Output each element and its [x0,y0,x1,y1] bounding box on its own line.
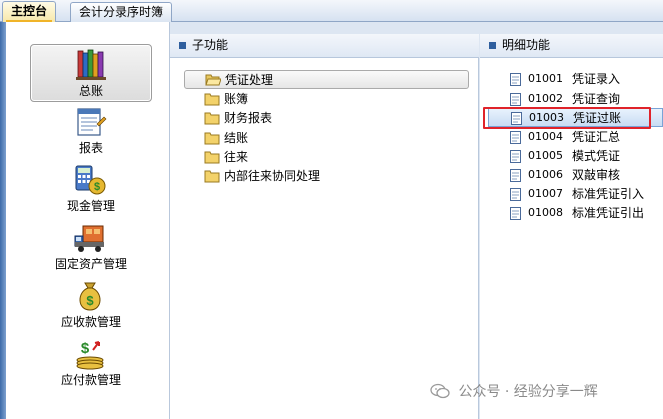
subfunc-label: 内部往来协同处理 [224,169,321,183]
module-sidebar: 总账 报表 $ 现金管理 固定资产管理 $ 应收款管理 $ 应付款管理 [6,22,170,419]
subfunc-label: 账簿 [224,92,249,106]
detail-label: 双敲审核 [572,168,621,182]
header-square-icon [179,42,186,49]
document-icon [510,207,521,220]
document-icon [510,73,521,86]
subfunc-label: 凭证处理 [225,73,274,87]
module-label: 报表 [78,141,103,155]
svg-text:$: $ [86,293,94,308]
folder-icon [204,93,220,106]
tab-journal-entries[interactable]: 会计分录序时簿 [70,2,173,22]
module-general-ledger[interactable]: 总账 [30,44,152,102]
subfunc-label: 财务报表 [224,111,273,125]
subfunc-label: 往来 [224,150,249,164]
money-bag-icon: $ [79,282,101,311]
folder-icon [204,132,220,145]
ledger-books-icon [76,49,106,80]
module-payables[interactable]: $ 应付款管理 [30,334,152,392]
folder-icon [204,151,220,164]
detail-label: 模式凭证 [572,149,621,163]
module-fixed-assets[interactable]: 固定资产管理 [30,218,152,276]
detail-function-title: 明细功能 [502,38,551,52]
sub-function-panel: 凭证处理 账簿 财务报表 结账 往来 内部往来协同处理 [170,58,479,419]
detail-label: 凭证录入 [572,72,621,86]
detail-code: 01001 [528,72,563,85]
detail-function-header: 明细功能 [480,34,663,58]
svg-text:$: $ [81,340,90,357]
module-receivables[interactable]: $ 应收款管理 [30,276,152,334]
tab-main-console[interactable]: 主控台 [2,1,57,23]
detail-code: 01004 [528,130,563,143]
folder-open-icon [205,74,221,86]
wechat-icon [430,383,450,399]
watermark: 公众号 · 经验分享一辉 [430,382,598,402]
module-label: 应收款管理 [60,315,121,329]
tab-label: 会计分录序时簿 [79,5,164,19]
detail-label: 标准凭证引出 [572,206,645,220]
detail-code: 01002 [528,92,563,105]
module-label: 应付款管理 [60,373,121,387]
sub-function-title: 子功能 [192,38,229,52]
document-icon [510,93,521,106]
header-square-icon [489,42,496,49]
detail-code: 01007 [528,187,563,200]
detail-code: 01006 [528,168,563,181]
svg-text:$: $ [94,181,100,193]
tab-strip: 主控台 会计分录序时簿 [0,0,663,23]
fixed-asset-truck-icon [74,225,104,252]
detail-label: 凭证汇总 [572,130,621,144]
folder-icon [204,170,220,183]
payable-coins-icon: $ [76,340,104,370]
module-cash-management[interactable]: $ 现金管理 [30,160,152,218]
module-label: 固定资产管理 [54,257,127,271]
document-icon [510,169,521,182]
document-icon [510,150,521,163]
folder-icon [204,112,220,125]
detail-code: 01005 [528,149,563,162]
module-label: 现金管理 [66,199,115,213]
detail-label: 凭证查询 [572,92,621,106]
sub-function-header: 子功能 [170,34,479,58]
highlight-annotation-box [483,107,651,129]
tab-label: 主控台 [11,4,48,18]
document-icon [510,131,521,144]
watermark-text: 公众号 · 经验分享一辉 [458,384,598,400]
detail-code: 01008 [528,206,563,219]
cash-calculator-icon: $ [75,165,106,195]
detail-label: 标准凭证引入 [572,187,645,201]
module-report[interactable]: 报表 [30,102,152,160]
report-icon [77,108,107,136]
document-icon [510,188,521,201]
module-label: 总账 [78,84,103,98]
subfunc-voucher-processing[interactable]: 凭证处理 [184,70,469,89]
subfunc-label: 结账 [224,131,249,145]
